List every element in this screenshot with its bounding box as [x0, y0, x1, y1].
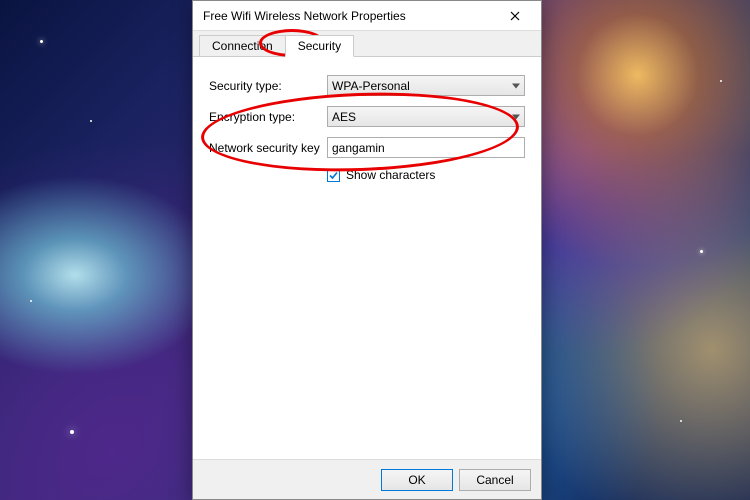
- wallpaper-star: [30, 300, 32, 302]
- dropdown-value: AES: [332, 110, 356, 124]
- wallpaper-star: [40, 40, 43, 43]
- encryption-type-dropdown[interactable]: AES: [327, 106, 525, 127]
- show-characters-checkbox[interactable]: [327, 169, 340, 182]
- network-properties-dialog: Free Wifi Wireless Network Properties Co…: [192, 0, 542, 500]
- chevron-down-icon: [512, 114, 520, 119]
- close-button[interactable]: [495, 2, 535, 30]
- wallpaper-star: [70, 430, 74, 434]
- titlebar: Free Wifi Wireless Network Properties: [193, 1, 541, 31]
- cancel-button[interactable]: Cancel: [459, 469, 531, 491]
- dropdown-value: WPA-Personal: [332, 79, 410, 93]
- wallpaper-star: [680, 420, 682, 422]
- dialog-title: Free Wifi Wireless Network Properties: [203, 9, 495, 23]
- tab-label: Connection: [212, 39, 273, 53]
- row-show-characters: Show characters: [327, 168, 525, 182]
- network-key-input[interactable]: [327, 137, 525, 158]
- button-label: Cancel: [476, 473, 513, 487]
- tab-security[interactable]: Security: [285, 35, 354, 57]
- row-network-key: Network security key: [209, 137, 525, 158]
- security-type-label: Security type:: [209, 79, 327, 93]
- close-icon: [510, 11, 520, 21]
- network-key-label: Network security key: [209, 141, 327, 155]
- annotation-circle: [200, 87, 521, 176]
- encryption-type-label: Encryption type:: [209, 110, 327, 124]
- checkmark-icon: [329, 171, 338, 180]
- security-type-dropdown[interactable]: WPA-Personal: [327, 75, 525, 96]
- tab-label: Security: [298, 39, 341, 53]
- show-characters-label: Show characters: [346, 168, 435, 182]
- row-encryption-type: Encryption type: AES: [209, 106, 525, 127]
- wallpaper-star: [720, 80, 722, 82]
- dialog-body: Security type: WPA-Personal Encryption t…: [193, 57, 541, 459]
- ok-button[interactable]: OK: [381, 469, 453, 491]
- wallpaper-star: [700, 250, 703, 253]
- tab-strip: Connection Security: [193, 31, 541, 57]
- dialog-footer: OK Cancel: [193, 459, 541, 499]
- chevron-down-icon: [512, 83, 520, 88]
- row-security-type: Security type: WPA-Personal: [209, 75, 525, 96]
- wallpaper-star: [90, 120, 92, 122]
- button-label: OK: [408, 473, 425, 487]
- tab-connection[interactable]: Connection: [199, 35, 286, 56]
